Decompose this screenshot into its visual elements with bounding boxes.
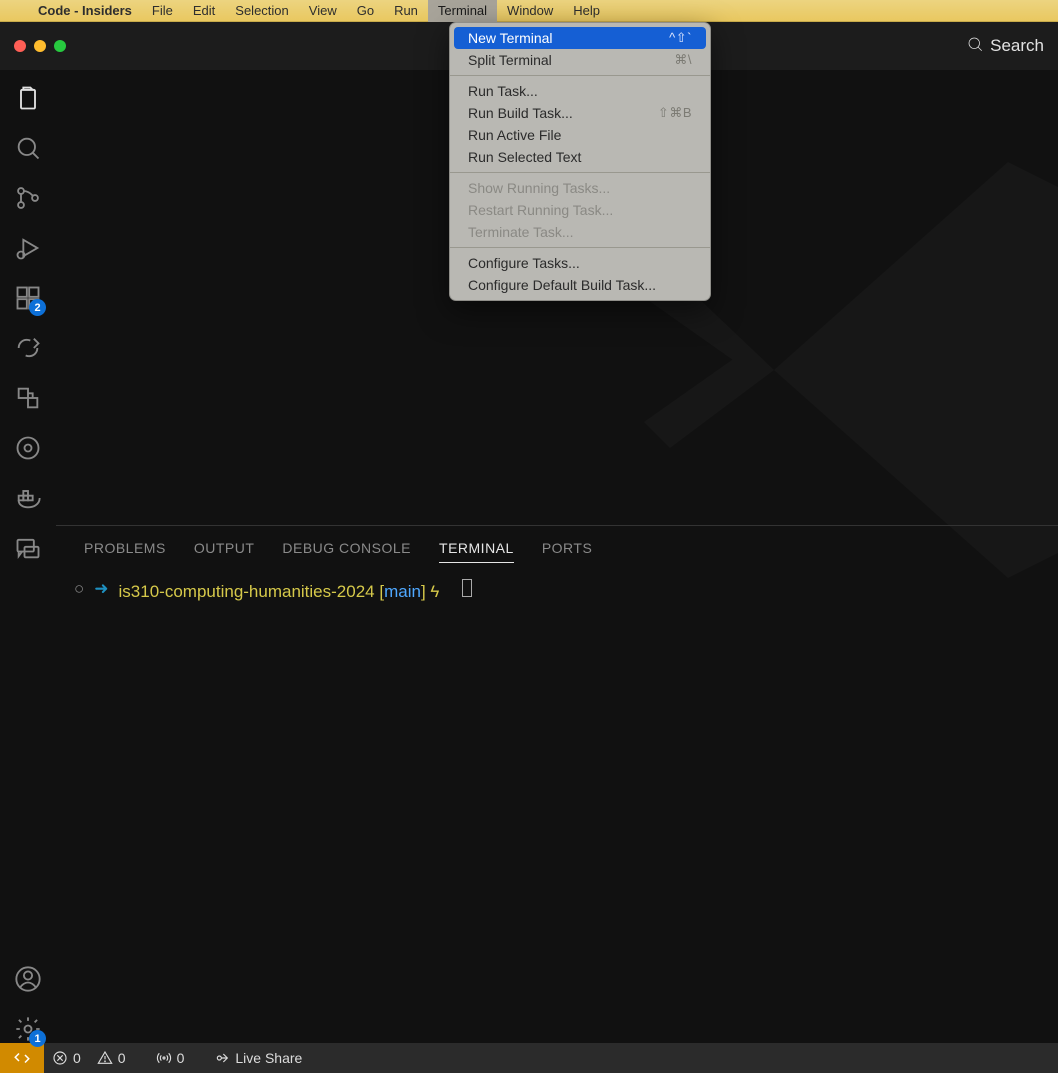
menu-item-shortcut: ⇧⌘B <box>658 105 692 121</box>
app-name[interactable]: Code - Insiders <box>28 3 142 18</box>
antenna-icon <box>156 1050 172 1066</box>
menu-item-run-task[interactable]: Run Task... <box>454 80 706 102</box>
warnings-count: 0 <box>118 1050 126 1066</box>
status-bar: 0 0 0 Live Share <box>0 1043 1058 1073</box>
close-icon[interactable] <box>14 40 26 52</box>
menu-item-shortcut: ⌘\ <box>674 52 692 68</box>
menu-file[interactable]: File <box>142 0 183 22</box>
bottom-panel: PROBLEMS OUTPUT DEBUG CONSOLE TERMINAL P… <box>56 525 1058 1043</box>
menu-item-shortcut: ^⇧` <box>669 30 692 46</box>
remote-indicator[interactable] <box>0 1043 44 1073</box>
ports-count: 0 <box>177 1050 185 1066</box>
menu-help[interactable]: Help <box>563 0 610 22</box>
menu-item-configure-default-build-task[interactable]: Configure Default Build Task... <box>454 274 706 296</box>
activity-bar: 2 1 <box>0 70 56 1043</box>
menu-item-label: Show Running Tasks... <box>468 180 610 196</box>
search-icon <box>966 35 984 58</box>
menu-item-split-terminal[interactable]: Split Terminal ⌘\ <box>454 49 706 71</box>
status-errors[interactable]: 0 <box>44 1050 89 1066</box>
terminal-cursor <box>462 579 472 597</box>
extensions-badge: 2 <box>29 299 46 316</box>
menu-run[interactable]: Run <box>384 0 428 22</box>
maximize-icon[interactable] <box>54 40 66 52</box>
tab-output[interactable]: OUTPUT <box>194 540 255 563</box>
search-label: Search <box>990 36 1044 56</box>
menu-item-show-running-tasks: Show Running Tasks... <box>454 177 706 199</box>
prompt-bolt-icon: ϟ <box>430 582 439 601</box>
menu-item-run-build-task[interactable]: Run Build Task... ⇧⌘B <box>454 102 706 124</box>
menu-terminal[interactable]: Terminal <box>428 0 497 22</box>
settings-badge: 1 <box>29 1030 46 1047</box>
menu-go[interactable]: Go <box>347 0 384 22</box>
command-center-search[interactable]: Search <box>966 35 1044 58</box>
menu-view[interactable]: View <box>299 0 347 22</box>
live-share-label: Live Share <box>235 1050 302 1066</box>
menu-separator <box>450 75 710 76</box>
comments-icon[interactable] <box>14 534 42 562</box>
minimize-icon[interactable] <box>34 40 46 52</box>
menu-item-run-selected-text[interactable]: Run Selected Text <box>454 146 706 168</box>
extensions-icon[interactable]: 2 <box>14 284 42 312</box>
remote-explorer-icon[interactable] <box>14 384 42 412</box>
prompt-branch: main <box>384 582 421 601</box>
github-icon[interactable] <box>14 434 42 462</box>
live-share-icon <box>214 1050 230 1066</box>
tab-ports[interactable]: PORTS <box>542 540 592 563</box>
menu-edit[interactable]: Edit <box>183 0 225 22</box>
prompt-arrow-icon: ➜ <box>94 579 108 599</box>
menu-separator <box>450 247 710 248</box>
menu-item-label: Configure Default Build Task... <box>468 277 656 293</box>
window-controls <box>0 40 66 52</box>
share-icon[interactable] <box>14 334 42 362</box>
menu-separator <box>450 172 710 173</box>
status-warnings[interactable]: 0 <box>89 1050 134 1066</box>
menu-item-terminate-task: Terminate Task... <box>454 221 706 243</box>
menu-item-label: Run Build Task... <box>468 105 573 121</box>
menu-item-label: Restart Running Task... <box>468 202 613 218</box>
terminal-body[interactable]: ○ ➜ is310-computing-humanities-2024 [mai… <box>56 573 1058 1043</box>
panel-tabs: PROBLEMS OUTPUT DEBUG CONSOLE TERMINAL P… <box>56 526 1058 573</box>
menu-item-label: Split Terminal <box>468 52 552 68</box>
tab-problems[interactable]: PROBLEMS <box>84 540 166 563</box>
docker-icon[interactable] <box>14 484 42 512</box>
mac-menubar: Code - Insiders File Edit Selection View… <box>0 0 1058 22</box>
menu-item-label: Terminate Task... <box>468 224 574 240</box>
menu-item-restart-running-task: Restart Running Task... <box>454 199 706 221</box>
prompt-directory: is310-computing-humanities-2024 <box>119 582 375 601</box>
account-icon[interactable] <box>14 965 42 993</box>
run-debug-icon[interactable] <box>14 234 42 262</box>
prompt-bracket: ] <box>421 582 426 601</box>
terminal-menu-dropdown: New Terminal ^⇧` Split Terminal ⌘\ Run T… <box>449 22 711 301</box>
error-icon <box>52 1050 68 1066</box>
menu-item-new-terminal[interactable]: New Terminal ^⇧` <box>454 27 706 49</box>
menu-item-label: Run Task... <box>468 83 538 99</box>
menu-item-label: Run Selected Text <box>468 149 581 165</box>
status-live-share[interactable]: Live Share <box>206 1050 310 1066</box>
settings-gear-icon[interactable]: 1 <box>14 1015 42 1043</box>
menu-item-label: New Terminal <box>468 30 553 46</box>
errors-count: 0 <box>73 1050 81 1066</box>
menu-item-run-active-file[interactable]: Run Active File <box>454 124 706 146</box>
menu-item-configure-tasks[interactable]: Configure Tasks... <box>454 252 706 274</box>
explorer-icon[interactable] <box>14 84 42 112</box>
source-control-icon[interactable] <box>14 184 42 212</box>
tab-terminal[interactable]: TERMINAL <box>439 540 514 563</box>
prompt-status-icon: ○ <box>74 579 84 599</box>
menu-item-label: Run Active File <box>468 127 561 143</box>
warning-icon <box>97 1050 113 1066</box>
menu-window[interactable]: Window <box>497 0 563 22</box>
search-icon[interactable] <box>14 134 42 162</box>
tab-debug-console[interactable]: DEBUG CONSOLE <box>282 540 411 563</box>
status-ports[interactable]: 0 <box>148 1050 193 1066</box>
menu-selection[interactable]: Selection <box>225 0 298 22</box>
menu-item-label: Configure Tasks... <box>468 255 580 271</box>
